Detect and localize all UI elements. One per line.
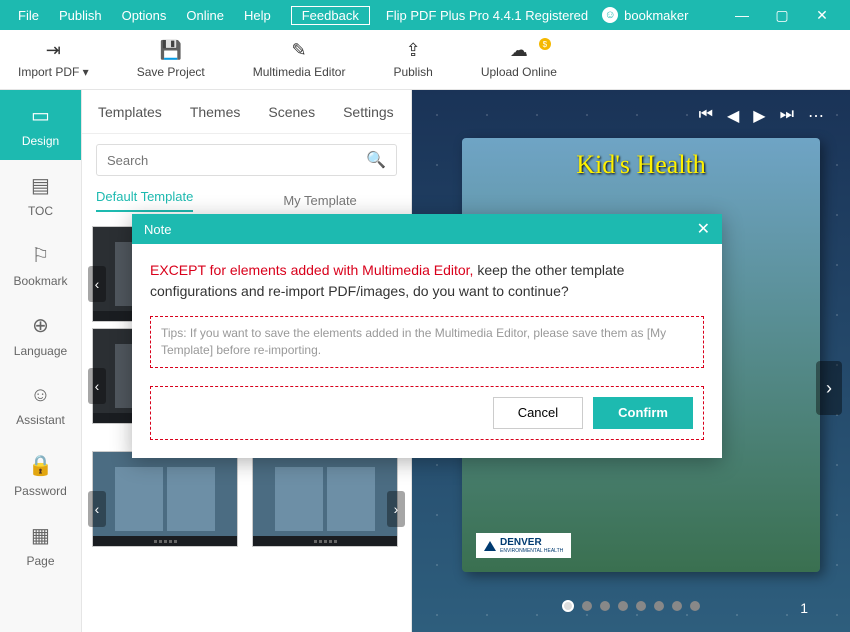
app-title: Flip PDF Plus Pro 4.4.1 Registered	[386, 8, 588, 23]
search-icon[interactable]: 🔍	[366, 150, 386, 170]
preview-pagination-dots	[412, 600, 850, 612]
close-button[interactable]: ✕	[802, 7, 842, 24]
search-input[interactable]	[107, 153, 366, 168]
user-chip[interactable]: ☺ bookmaker	[602, 7, 688, 23]
preview-last-icon[interactable]: ⏭	[780, 106, 794, 126]
preview-next-icon[interactable]: ▶	[753, 106, 765, 126]
pagination-dot[interactable]	[618, 601, 628, 611]
assistant-icon: ☺	[30, 384, 50, 407]
minimize-button[interactable]: —	[722, 7, 762, 23]
toc-icon: ▤	[31, 173, 50, 198]
book-title: Kid's Health	[462, 150, 820, 180]
dialog-title: Note	[144, 222, 171, 237]
pagination-dot[interactable]	[582, 601, 592, 611]
pagination-dot[interactable]	[690, 601, 700, 611]
lock-icon: 🔒	[28, 453, 53, 478]
template-prev-button[interactable]: ‹	[88, 491, 106, 527]
dialog-close-button[interactable]: ✕	[697, 219, 710, 239]
preview-page-next-button[interactable]: ›	[816, 361, 842, 415]
preview-prev-icon[interactable]: ◀	[727, 106, 739, 126]
dialog-header: Note ✕	[132, 214, 722, 244]
template-next-button[interactable]: ›	[387, 491, 405, 527]
preview-first-icon[interactable]: ⏮	[699, 106, 713, 126]
multimedia-editor-button[interactable]: ✎ Multimedia Editor	[239, 36, 360, 83]
tab-scenes[interactable]: Scenes	[268, 104, 315, 120]
dialog-actions: Cancel Confirm	[150, 386, 704, 440]
save-project-button[interactable]: 💾 Save Project	[123, 36, 219, 83]
subtab-default-template[interactable]: Default Template	[96, 189, 193, 212]
preview-top-controls: ⏮ ◀ ▶ ⏭ ⋯	[699, 106, 824, 126]
pagination-dot[interactable]	[654, 601, 664, 611]
cancel-button[interactable]: Cancel	[493, 397, 583, 429]
import-pdf-button[interactable]: ⇥ Import PDF ▾	[4, 36, 103, 83]
panel-tabs: Templates Themes Scenes Settings	[82, 90, 411, 134]
note-dialog: Note ✕ EXCEPT for elements added with Mu…	[132, 214, 722, 458]
save-icon: 💾	[160, 40, 182, 61]
globe-icon: ⊕	[32, 313, 49, 338]
template-item[interactable]	[252, 451, 398, 547]
menu-help[interactable]: Help	[234, 8, 281, 23]
upload-badge: $	[539, 38, 551, 50]
pagination-dot[interactable]	[636, 601, 646, 611]
sidebar-item-design[interactable]: ▭ Design	[0, 90, 81, 160]
grid-icon: ▦	[31, 523, 50, 548]
publish-button[interactable]: ⇪ Publish	[379, 36, 446, 83]
menu-options[interactable]: Options	[112, 8, 177, 23]
sidebar-item-language[interactable]: ⊕ Language	[0, 300, 81, 370]
template-prev-button[interactable]: ‹	[88, 368, 106, 404]
dialog-message: EXCEPT for elements added with Multimedi…	[150, 260, 704, 302]
publisher-logo: DENVER ENVIRONMENTAL HEALTH	[476, 533, 571, 558]
menu-online[interactable]: Online	[176, 8, 234, 23]
template-prev-button[interactable]: ‹	[88, 266, 106, 302]
tab-themes[interactable]: Themes	[190, 104, 241, 120]
sidebar-item-toc[interactable]: ▤ TOC	[0, 160, 81, 230]
logo-triangle-icon	[484, 541, 496, 551]
sidebar-item-assistant[interactable]: ☺ Assistant	[0, 370, 81, 440]
maximize-button[interactable]: ▢	[762, 7, 802, 24]
preview-more-icon[interactable]: ⋯	[808, 106, 824, 126]
sidebar-item-page[interactable]: ▦ Page	[0, 510, 81, 580]
left-sidebar: ▭ Design ▤ TOC ⚐ Bookmark ⊕ Language ☺ A…	[0, 90, 82, 632]
upload-online-button[interactable]: ☁ $ Upload Online	[467, 36, 571, 83]
edit-icon: ✎	[292, 40, 307, 61]
confirm-button[interactable]: Confirm	[593, 397, 693, 429]
subtab-my-template[interactable]: My Template	[283, 193, 356, 208]
feedback-button[interactable]: Feedback	[291, 6, 370, 25]
cloud-upload-icon: ☁	[510, 40, 528, 61]
bookmark-icon: ⚐	[32, 243, 50, 268]
pagination-dot[interactable]	[562, 600, 574, 612]
sidebar-item-bookmark[interactable]: ⚐ Bookmark	[0, 230, 81, 300]
main-toolbar: ⇥ Import PDF ▾ 💾 Save Project ✎ Multimed…	[0, 30, 850, 90]
pagination-dot[interactable]	[672, 601, 682, 611]
dialog-tips: Tips: If you want to save the elements a…	[150, 316, 704, 368]
sidebar-item-password[interactable]: 🔒 Password	[0, 440, 81, 510]
preview-page-number: 1	[800, 600, 808, 616]
tab-settings[interactable]: Settings	[343, 104, 394, 120]
menu-file[interactable]: File	[8, 8, 49, 23]
username: bookmaker	[624, 8, 688, 23]
import-icon: ⇥	[46, 40, 61, 61]
pagination-dot[interactable]	[600, 601, 610, 611]
design-icon: ▭	[31, 103, 50, 128]
publish-icon: ⇪	[406, 40, 421, 61]
menu-publish[interactable]: Publish	[49, 8, 112, 23]
template-item[interactable]	[92, 451, 238, 547]
search-box[interactable]: 🔍	[96, 144, 397, 176]
user-avatar-icon: ☺	[602, 7, 618, 23]
titlebar: File Publish Options Online Help Feedbac…	[0, 0, 850, 30]
tab-templates[interactable]: Templates	[98, 104, 162, 120]
